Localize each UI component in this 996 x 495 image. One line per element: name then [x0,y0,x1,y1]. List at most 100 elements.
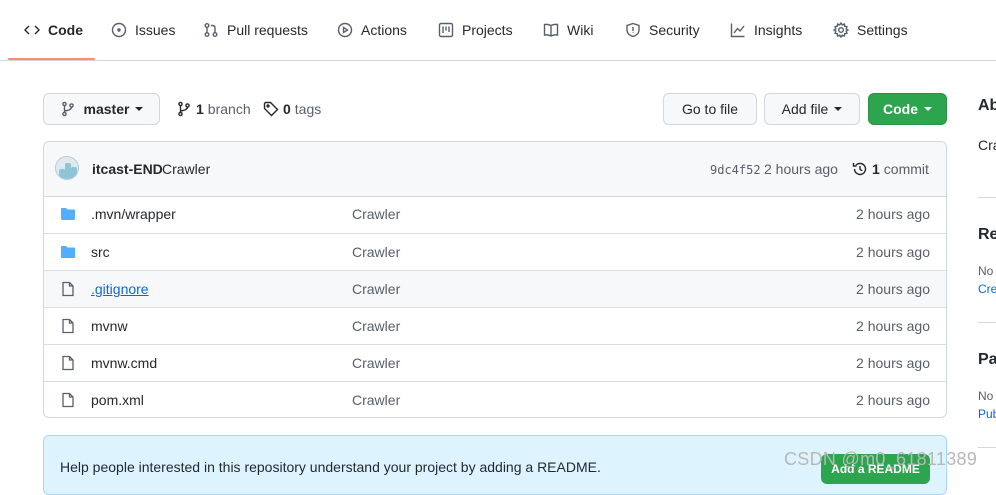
tag-count: 0 [283,101,291,117]
file-commit-message[interactable]: Crawler [352,281,400,297]
tags-link[interactable]: 0 tags [263,100,321,118]
tab-settings[interactable]: Settings [833,0,908,60]
file-row[interactable]: mvnw.cmd Crawler 2 hours ago [44,344,946,381]
file-commit-message[interactable]: Crawler [352,244,400,260]
commit-message[interactable]: Crawler [162,161,210,177]
tag-icon [263,101,279,117]
tab-label: Security [649,22,700,38]
file-row[interactable]: pom.xml Crawler 2 hours ago [44,381,946,417]
tab-insights[interactable]: Insights [730,0,802,60]
folder-icon [61,208,75,220]
branch-select-button[interactable]: master [43,93,160,125]
branches-link[interactable]: 1 branch [176,100,251,118]
file-row[interactable]: src Crawler 2 hours ago [44,233,946,270]
tab-label: Actions [361,22,407,38]
project-icon [438,22,454,38]
tab-label: Projects [462,22,513,38]
branch-word: branch [207,101,251,117]
commit-word: commit [883,161,929,177]
folder-icon [61,246,75,258]
watermark: CSDN @m0_61811389 [784,449,978,469]
file-age: 2 hours ago [856,318,930,334]
tab-issues[interactable]: Issues [111,0,175,60]
go-to-file-button[interactable]: Go to file [663,93,757,125]
commit-sha[interactable]: 9dc4f52 [710,163,761,177]
file-name[interactable]: mvnw [91,318,128,334]
add-file-label: Add file [781,101,829,117]
tab-code[interactable]: Code [24,0,83,60]
file-commit-message[interactable]: Crawler [352,206,400,222]
commit-time: 2 hours ago [764,161,838,177]
tab-actions[interactable]: Actions [337,0,407,60]
commit-author[interactable]: itcast-END [92,161,163,177]
go-to-file-label: Go to file [681,101,739,117]
file-row[interactable]: .gitignore Crawler 2 hours ago [44,270,946,307]
sidebar-divider [978,447,996,448]
repo-tab-nav: Code Issues Pull requests Actions Projec… [0,0,996,61]
file-age: 2 hours ago [856,281,930,297]
file-age: 2 hours ago [856,392,930,408]
commit-count: 1 [872,161,880,177]
shield-icon [626,22,640,38]
file-row[interactable]: .mvn/wrapper Crawler 2 hours ago [44,196,946,233]
tab-label: Issues [135,22,176,38]
book-icon [543,23,559,37]
tab-wiki[interactable]: Wiki [543,0,593,60]
chevron-down-icon [135,107,144,111]
issue-icon [111,22,127,38]
code-icon [24,25,40,35]
chevron-down-icon [924,107,932,111]
add-file-button[interactable]: Add file [764,93,860,125]
file-row[interactable]: mvnw Crawler 2 hours ago [44,307,946,344]
tab-label: Settings [857,22,908,38]
file-age: 2 hours ago [856,244,930,260]
file-name[interactable]: .gitignore [91,281,149,297]
tag-word: tags [294,101,322,117]
sidebar-divider [978,197,996,198]
packages-text: No [978,389,994,403]
branch-icon [178,101,190,117]
releases-heading[interactable]: Re [978,226,996,244]
code-dropdown-button[interactable]: Code [868,93,947,125]
file-commit-message[interactable]: Crawler [352,355,400,371]
chevron-down-icon [834,107,843,111]
tab-label: Pull requests [227,22,308,38]
tab-projects[interactable]: Projects [438,0,513,60]
file-age: 2 hours ago [856,206,930,222]
file-name[interactable]: pom.xml [91,392,144,408]
gear-icon [833,22,849,38]
latest-commit-bar: itcast-END Crawler 9dc4f52 2 hours ago 1… [44,142,946,197]
file-icon [62,281,74,297]
tab-label: Insights [754,22,803,38]
tab-label: Wiki [567,22,594,38]
pull-request-icon [204,23,218,37]
active-tab-underline [8,58,95,60]
releases-text: No [978,264,994,278]
tab-label: Code [48,22,83,38]
file-name[interactable]: .mvn/wrapper [91,206,176,222]
avatar[interactable] [55,156,79,180]
code-button-label: Code [883,101,918,117]
about-description: Cra [978,137,996,153]
file-icon [62,355,74,371]
tab-security[interactable]: Security [625,0,700,60]
publish-package-link[interactable]: Pub [978,407,996,421]
packages-heading[interactable]: Pa [978,351,996,369]
create-release-link[interactable]: Cre [978,282,996,296]
commit-history-link[interactable]: 1 commit [852,161,929,177]
file-commit-message[interactable]: Crawler [352,392,400,408]
branch-count: 1 [196,101,204,117]
history-icon [852,162,867,176]
file-icon [62,392,74,408]
tab-pull-requests[interactable]: Pull requests [203,0,308,60]
file-commit-message[interactable]: Crawler [352,318,400,334]
about-heading: Ab [978,97,996,114]
file-age: 2 hours ago [856,355,930,371]
readme-prompt-text: Help people interested in this repositor… [60,459,601,475]
file-name[interactable]: mvnw.cmd [91,355,157,371]
file-name[interactable]: src [91,244,110,260]
branch-icon [61,101,74,117]
play-icon [337,22,353,38]
sidebar-divider [978,322,996,323]
file-list: itcast-END Crawler 9dc4f52 2 hours ago 1… [43,141,947,418]
